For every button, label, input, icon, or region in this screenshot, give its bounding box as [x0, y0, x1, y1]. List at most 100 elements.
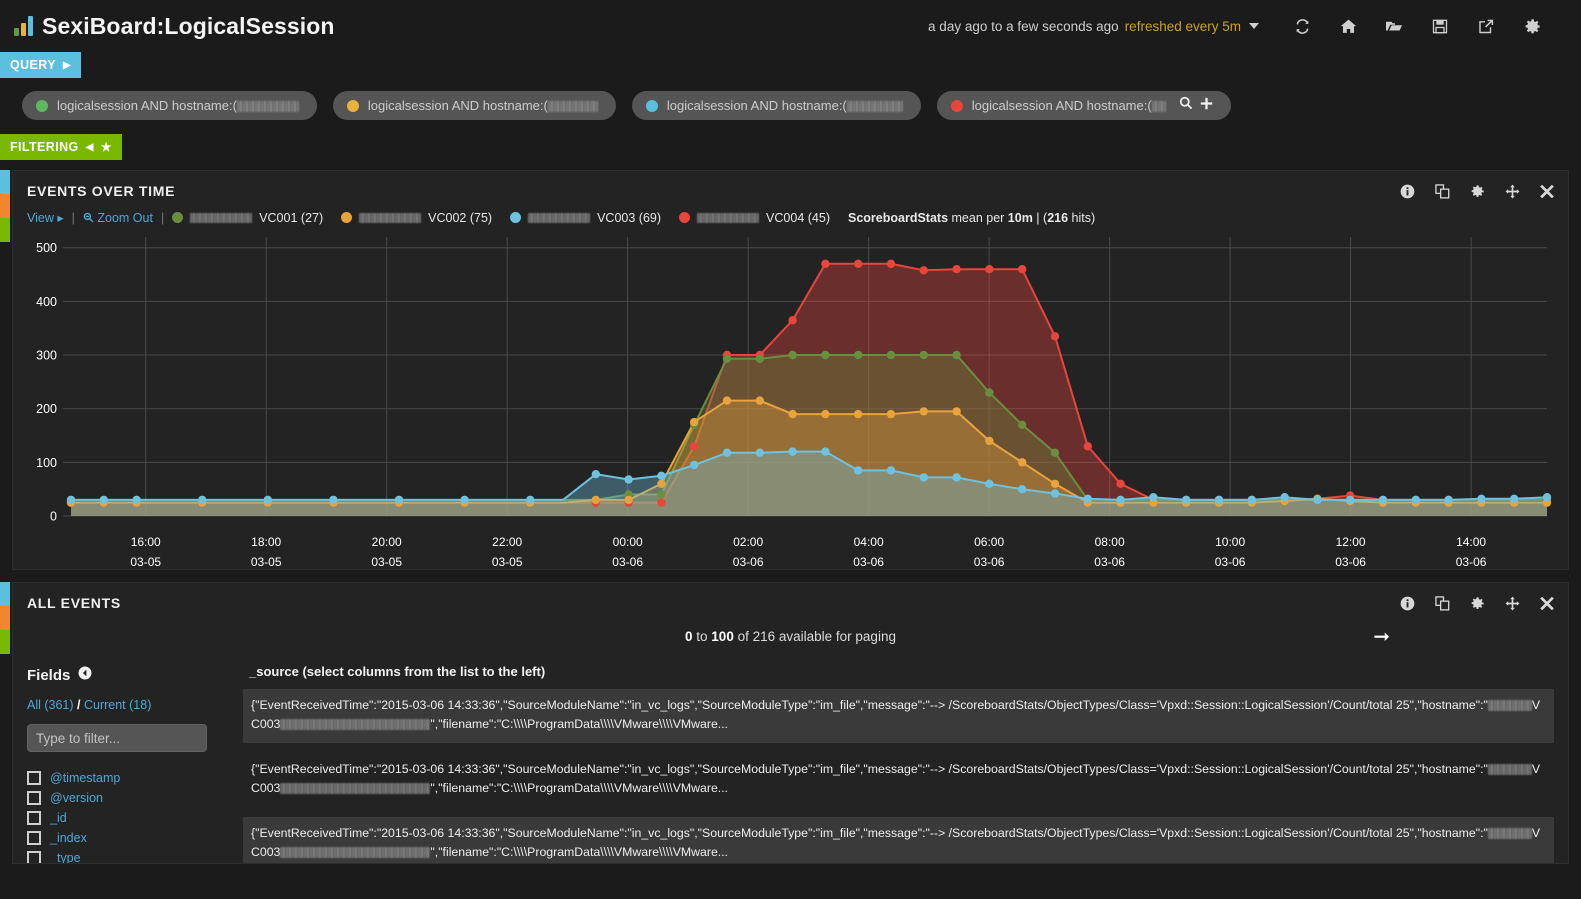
svg-text:04:00: 04:00	[854, 535, 884, 549]
query-pill-text: logicalsession AND hostname:(	[368, 98, 598, 113]
next-page-icon[interactable]: ➞	[1373, 624, 1390, 649]
close-icon[interactable]	[1540, 596, 1554, 610]
event-row[interactable]: {"EventReceivedTime":"2015-03-06 14:33:3…	[243, 689, 1554, 743]
gear-icon[interactable]	[1470, 596, 1485, 611]
redacted-value	[236, 101, 299, 112]
top-bar-actions: a day ago to a few seconds ago refreshed…	[928, 11, 1581, 41]
events-over-time-chart[interactable]: 0 100 200 300 400 500 16:00 03-05 18:00 03-05 20:0…	[21, 229, 1560, 569]
filtering-tab[interactable]: FILTERING ◀ ★	[0, 134, 122, 160]
field-label: @version	[50, 791, 103, 805]
query-pill-row: logicalsession AND hostname:( logicalses…	[0, 78, 1581, 120]
field-label: @timestamp	[50, 771, 121, 785]
event-text-part3: ","filename":"C:\\\\ProgramData\\\\VMwar…	[430, 717, 729, 732]
panel-color-stripes	[0, 170, 10, 242]
folder-open-icon[interactable]	[1371, 11, 1417, 41]
event-row[interactable]: {"EventReceivedTime":"2015-03-06 14:33:3…	[243, 753, 1554, 807]
duplicate-icon[interactable]	[1435, 595, 1450, 611]
time-range-label: a day ago to a few seconds ago	[928, 18, 1119, 34]
info-icon[interactable]	[1400, 184, 1415, 199]
legend-divider: |	[71, 210, 75, 225]
query-color-dot	[346, 99, 359, 112]
chevron-left-icon[interactable]	[78, 666, 92, 684]
chevron-down-icon	[1249, 23, 1259, 29]
event-text-part1: {"EventReceivedTime":"2015-03-06 14:33:3…	[251, 761, 1393, 776]
all-events-panel-wrap: ALL EVENTS 0 to 100 of 216 available for…	[0, 582, 1569, 864]
checkbox-icon[interactable]	[27, 851, 41, 863]
chevron-left-icon: ◀	[85, 141, 94, 153]
svg-text:02:00: 02:00	[733, 535, 763, 549]
checkbox-icon[interactable]	[27, 831, 41, 845]
panel-actions	[1400, 183, 1554, 199]
zoom-out-link[interactable]: Zoom Out	[83, 211, 153, 225]
move-icon[interactable]	[1505, 596, 1520, 611]
legend-divider: |	[160, 210, 165, 225]
query-pill[interactable]: logicalsession AND hostname:(	[22, 91, 317, 120]
home-icon[interactable]	[1325, 11, 1371, 41]
chart-logo-icon	[14, 16, 33, 36]
star-icon[interactable]: ★	[101, 140, 112, 154]
redacted-value	[280, 719, 431, 731]
legend-color-dot	[679, 212, 691, 223]
gear-icon[interactable]	[1470, 184, 1485, 199]
redacted-value	[1487, 700, 1532, 711]
field-label: _id	[50, 811, 67, 825]
time-range-picker[interactable]: a day ago to a few seconds ago refreshed…	[928, 19, 1259, 34]
query-tab-label: QUERY	[10, 58, 56, 72]
filtering-section: FILTERING ◀ ★	[0, 120, 1581, 160]
checkbox-icon[interactable]	[27, 791, 41, 805]
legend-item-vc003[interactable]: VC003 (69)	[510, 211, 661, 225]
panel-header: EVENTS OVER TIME	[13, 171, 1568, 199]
query-pill-active[interactable]: logicalsession AND hostname:(	[936, 91, 1231, 120]
field-item[interactable]: _index	[27, 828, 237, 848]
svg-text:03-06: 03-06	[1215, 555, 1246, 569]
field-item[interactable]: @version	[27, 788, 237, 808]
duplicate-icon[interactable]	[1435, 183, 1450, 199]
svg-text:12:00: 12:00	[1336, 535, 1366, 549]
event-text-part3: ","filename":"C:\\\\ProgramData\\\\VMwar…	[430, 781, 729, 796]
field-label: _index	[50, 831, 87, 845]
info-icon[interactable]	[1400, 596, 1415, 611]
query-section: QUERY ▶ logicalsession AND hostname:( lo…	[0, 52, 1581, 120]
move-icon[interactable]	[1505, 184, 1520, 199]
query-pill[interactable]: logicalsession AND hostname:(	[332, 91, 616, 120]
query-color-dot	[950, 99, 963, 112]
query-tab[interactable]: QUERY ▶	[0, 52, 82, 78]
events-over-time-panel: EVENTS OVER TIME View ▸ | Zoom Out | VC0…	[12, 170, 1569, 570]
checkbox-icon[interactable]	[27, 771, 41, 785]
search-icon[interactable]	[1179, 96, 1193, 115]
add-query-icon[interactable]	[1200, 97, 1213, 115]
source-column-header: _source (select columns from the list to…	[249, 664, 546, 679]
chart-svg: 0 100 200 300 400 500 16:00 03-05 18:00 03-05 20:0…	[36, 237, 1552, 569]
checkbox-icon[interactable]	[27, 811, 41, 825]
svg-text:10:00: 10:00	[1215, 535, 1245, 549]
field-item[interactable]: _type	[27, 848, 237, 864]
svg-text:400: 400	[36, 295, 57, 309]
fields-counts: All (361) / Current (18)	[27, 698, 152, 712]
event-row[interactable]: {"EventReceivedTime":"2015-03-06 14:33:3…	[243, 816, 1554, 863]
fields-current-link[interactable]: Current (18)	[84, 698, 151, 712]
close-icon[interactable]	[1540, 184, 1554, 198]
svg-text:03-05: 03-05	[130, 555, 161, 569]
query-pill[interactable]: logicalsession AND hostname:(	[631, 91, 921, 120]
events-body: Fields All (361) / Current (18) @timesta…	[13, 644, 1568, 864]
legend-label: VC003 (69)	[597, 210, 662, 225]
field-item[interactable]: _id	[27, 808, 237, 828]
panel-actions	[1400, 595, 1554, 611]
view-link[interactable]: View ▸	[27, 210, 64, 225]
gear-icon[interactable]	[1509, 11, 1555, 41]
fields-filter-input[interactable]	[27, 724, 207, 752]
field-item[interactable]: @timestamp	[27, 768, 237, 788]
redacted-value	[547, 101, 598, 112]
svg-text:0: 0	[50, 510, 57, 524]
field-label: _type	[50, 851, 81, 864]
share-icon[interactable]	[1463, 11, 1509, 41]
fields-all-link[interactable]: All (361)	[27, 698, 74, 712]
legend-item-vc002[interactable]: VC002 (75)	[341, 211, 492, 225]
redacted-host-prefix	[190, 212, 253, 223]
legend-item-vc001[interactable]: VC001 (27)	[172, 211, 323, 225]
legend-item-vc004[interactable]: VC004 (45)	[679, 211, 830, 225]
redacted-value	[1151, 101, 1166, 112]
query-pill-text: logicalsession AND hostname:(	[667, 98, 903, 113]
save-icon[interactable]	[1417, 11, 1463, 41]
refresh-icon[interactable]	[1279, 11, 1325, 41]
